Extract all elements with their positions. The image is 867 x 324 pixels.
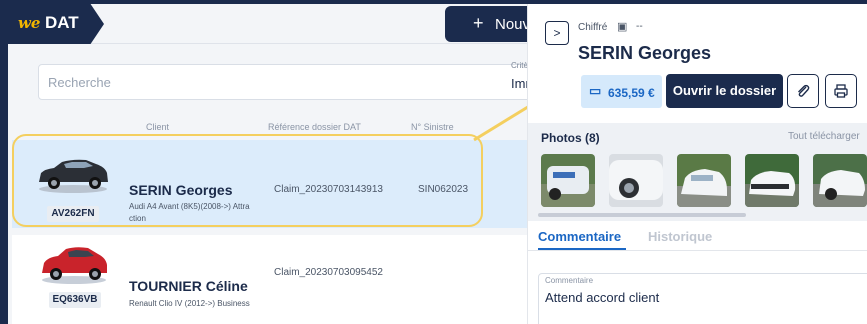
photos-title: Photos (8) — [541, 131, 600, 145]
tab-history[interactable]: Historique — [648, 229, 712, 244]
selected-row-highlight — [12, 134, 483, 227]
table-row[interactable]: EQ636VB TOURNIER Céline Renault Clio IV … — [12, 235, 608, 324]
download-all-link[interactable]: Tout télécharger — [788, 131, 860, 142]
license-plate: EQ636VB — [49, 292, 101, 308]
panel-client-name: SERIN Georges — [578, 43, 712, 63]
printer-icon — [834, 84, 848, 98]
criteria-label: Critè — [511, 61, 528, 70]
open-file-button[interactable]: Ouvrir le dossier — [666, 74, 783, 108]
photo-thumbnail[interactable] — [609, 154, 663, 207]
reference-cell: Claim_20230703095452 — [274, 267, 383, 278]
photos-section: Photos (8) Tout télécharger — [528, 123, 867, 221]
wedat-logo[interactable]: we DAT — [8, 4, 104, 44]
column-header-client[interactable]: Client — [146, 122, 169, 132]
attach-button[interactable] — [787, 74, 819, 108]
top-bar: we DAT + Nouve — [8, 4, 608, 44]
tab-comment[interactable]: Commentaire — [538, 229, 621, 244]
chevron-right-icon: > — [553, 26, 561, 40]
calendar-icon: ▣ — [617, 21, 628, 33]
plus-icon: + — [473, 13, 484, 33]
amount-value: 635,59 € — [608, 86, 655, 100]
wallet-icon: ▭ — [589, 83, 602, 98]
vehicle-model: Renault Clio IV (2012->) Business — [129, 299, 250, 308]
claim-detail-panel: > Chiffré ▣ -- SERIN Georges ▭ 635,59 € … — [527, 4, 867, 324]
logo-brand: DAT — [45, 13, 79, 32]
print-button[interactable] — [825, 74, 857, 108]
search-placeholder: Recherche — [48, 75, 111, 90]
logo-prefix: we — [18, 14, 41, 32]
comment-value: Attend accord client — [545, 290, 660, 305]
photo-thumbnail[interactable] — [541, 154, 595, 207]
photo-thumbnail[interactable] — [813, 154, 867, 207]
status-badge: Chiffré — [578, 22, 608, 33]
photo-thumbnail[interactable] — [677, 154, 731, 207]
paperclip-icon — [798, 84, 810, 97]
photo-thumbnail[interactable] — [745, 154, 799, 207]
column-header-claim-number[interactable]: N° Sinistre — [411, 122, 454, 132]
amount-badge: ▭ 635,59 € — [581, 75, 662, 108]
photos-scrollbar[interactable] — [538, 213, 746, 217]
date-value: -- — [636, 21, 643, 32]
car-thumbnail — [42, 247, 107, 284]
collapse-panel-button[interactable]: > — [545, 21, 569, 45]
comment-label: Commentaire — [545, 276, 594, 285]
tabs-divider — [528, 250, 867, 251]
client-name: TOURNIER Céline — [129, 278, 248, 294]
column-header-reference[interactable]: Référence dossier DAT — [268, 122, 361, 132]
